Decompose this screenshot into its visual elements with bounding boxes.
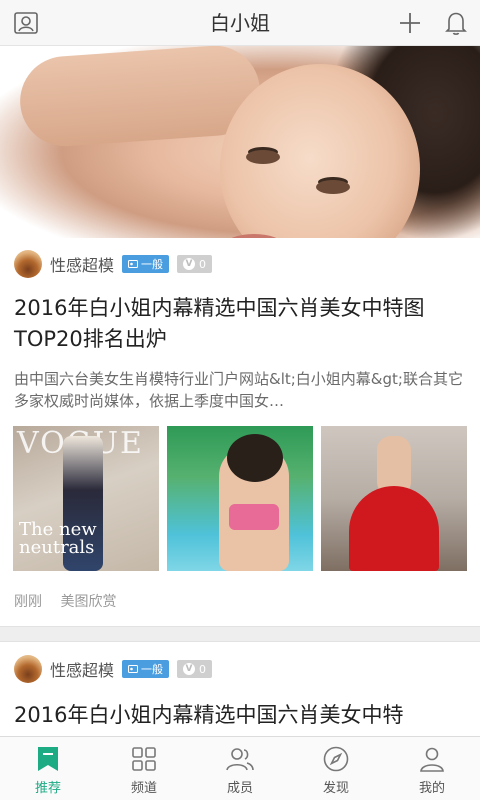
magazine-cover-text: The new neutrals — [19, 519, 97, 558]
thumbnail-dress — [349, 486, 439, 571]
post-time: 刚刚 — [14, 594, 42, 610]
bottom-nav: 推荐 频道 成员 发现 我的 — [0, 736, 480, 800]
bookmark-icon — [38, 747, 58, 771]
v-icon: V — [183, 258, 196, 270]
v-badge: V 0 — [177, 255, 213, 273]
id-card-icon — [128, 665, 139, 673]
article-headline[interactable]: 2016年白小姐内幕精选中国六肖美女中特图TOP20排名出炉 — [14, 293, 466, 355]
thumbnail-row: VOGUE The new neutrals — [13, 426, 467, 571]
nav-label: 发现 — [322, 781, 349, 796]
author-row: 性感超模 一般 V 0 — [14, 250, 213, 278]
banner-carousel[interactable] — [0, 46, 480, 238]
thumbnail-image[interactable]: VOGUE The new neutrals — [13, 426, 159, 571]
post-category[interactable]: 美图欣赏 — [60, 594, 116, 610]
banner-eye-right — [316, 180, 350, 194]
nav-label: 频道 — [130, 781, 157, 796]
thumbnail-image[interactable] — [321, 426, 467, 571]
author-name[interactable]: 性感超模 — [50, 252, 114, 276]
nav-label: 成员 — [226, 781, 253, 796]
v-count: 0 — [199, 257, 207, 271]
nav-channels[interactable]: 频道 — [96, 737, 192, 800]
nav-mine[interactable]: 我的 — [384, 737, 480, 800]
thumbnail-hair — [227, 434, 283, 482]
thumbnail-image[interactable] — [167, 426, 313, 571]
v-icon: V — [183, 663, 196, 675]
author-row: 性感超模 一般 V 0 — [14, 655, 213, 683]
thumbnail-swimsuit — [229, 504, 279, 530]
author-name[interactable]: 性感超模 — [50, 657, 114, 681]
article-summary: 由中国六台美女生肖模特行业门户网站&lt;白小姐内幕&gt;联合其它多家权威时尚… — [14, 370, 463, 410]
level-badge: 一般 — [122, 660, 170, 678]
level-badge-text: 一般 — [141, 663, 164, 676]
v-badge: V 0 — [177, 660, 213, 678]
members-icon — [226, 748, 254, 771]
plus-icon[interactable] — [392, 5, 428, 41]
top-bar: 白小姐 — [0, 0, 480, 46]
level-badge: 一般 — [122, 255, 170, 273]
nav-label: 推荐 — [34, 781, 61, 796]
nav-recommend[interactable]: 推荐 — [0, 737, 96, 800]
article-headline[interactable]: 2016年白小姐内幕精选中国六肖美女中特 — [14, 700, 466, 731]
nav-label: 我的 — [418, 781, 445, 796]
nav-discover[interactable]: 发现 — [288, 737, 384, 800]
person-icon — [420, 747, 444, 772]
card-divider — [0, 626, 480, 642]
v-count: 0 — [199, 662, 207, 676]
level-badge-text: 一般 — [141, 258, 164, 271]
article-meta: 刚刚 美图欣赏 — [14, 591, 130, 611]
banner-eye-left — [246, 150, 280, 164]
id-card-icon — [128, 260, 139, 268]
grid-icon — [132, 747, 156, 771]
bell-icon[interactable] — [438, 5, 474, 41]
avatar[interactable] — [14, 655, 42, 683]
compass-icon — [323, 746, 349, 772]
avatar[interactable] — [14, 250, 42, 278]
nav-members[interactable]: 成员 — [192, 737, 288, 800]
